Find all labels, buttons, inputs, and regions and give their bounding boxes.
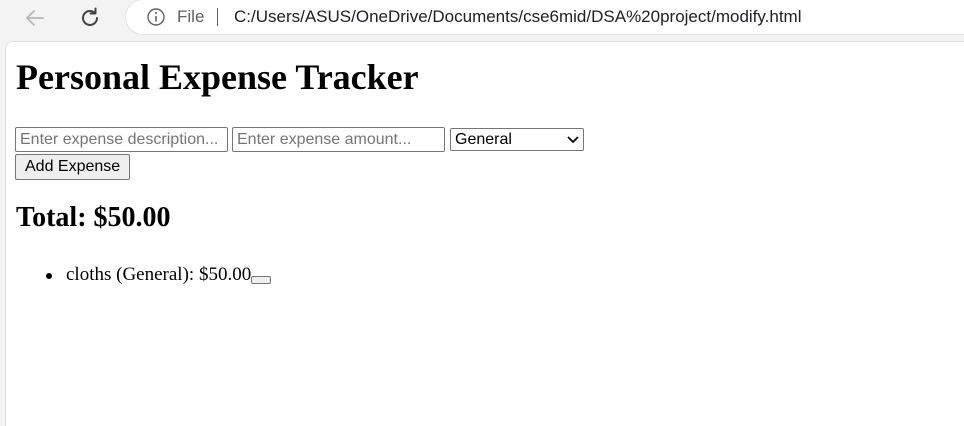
description-input[interactable] — [15, 127, 228, 152]
bullet-icon — [46, 273, 52, 279]
expense-item: cloths (General): $50.00 — [16, 264, 272, 286]
reload-button[interactable] — [76, 4, 104, 32]
info-icon[interactable] — [146, 7, 166, 27]
amount-input[interactable] — [232, 127, 445, 152]
expense-list: cloths (General): $50.00 — [16, 264, 272, 286]
page-title: Personal Expense Tracker — [16, 57, 419, 97]
file-label: File — [177, 7, 205, 26]
browser-toolbar: File C:/Users/ASUS/OneDrive/Documents/cs… — [0, 0, 964, 40]
address-separator — [217, 8, 218, 26]
expense-item-text: cloths (General): $50.00 — [66, 264, 252, 285]
arrow-left-icon — [24, 7, 46, 29]
page-viewport: Personal Expense Tracker General Add Exp… — [5, 41, 964, 426]
address-bar[interactable]: File C:/Users/ASUS/OneDrive/Documents/cs… — [126, 0, 964, 34]
back-button[interactable] — [21, 4, 49, 32]
category-selected-value: General — [455, 130, 512, 148]
chevron-down-icon — [567, 133, 579, 147]
reload-icon — [78, 6, 102, 30]
delete-expense-button[interactable] — [251, 276, 272, 284]
category-select[interactable]: General — [450, 128, 584, 151]
url-text[interactable]: C:/Users/ASUS/OneDrive/Documents/cse6mid… — [234, 7, 801, 27]
total-amount: Total: $50.00 — [16, 202, 171, 233]
add-expense-button[interactable]: Add Expense — [15, 154, 131, 180]
